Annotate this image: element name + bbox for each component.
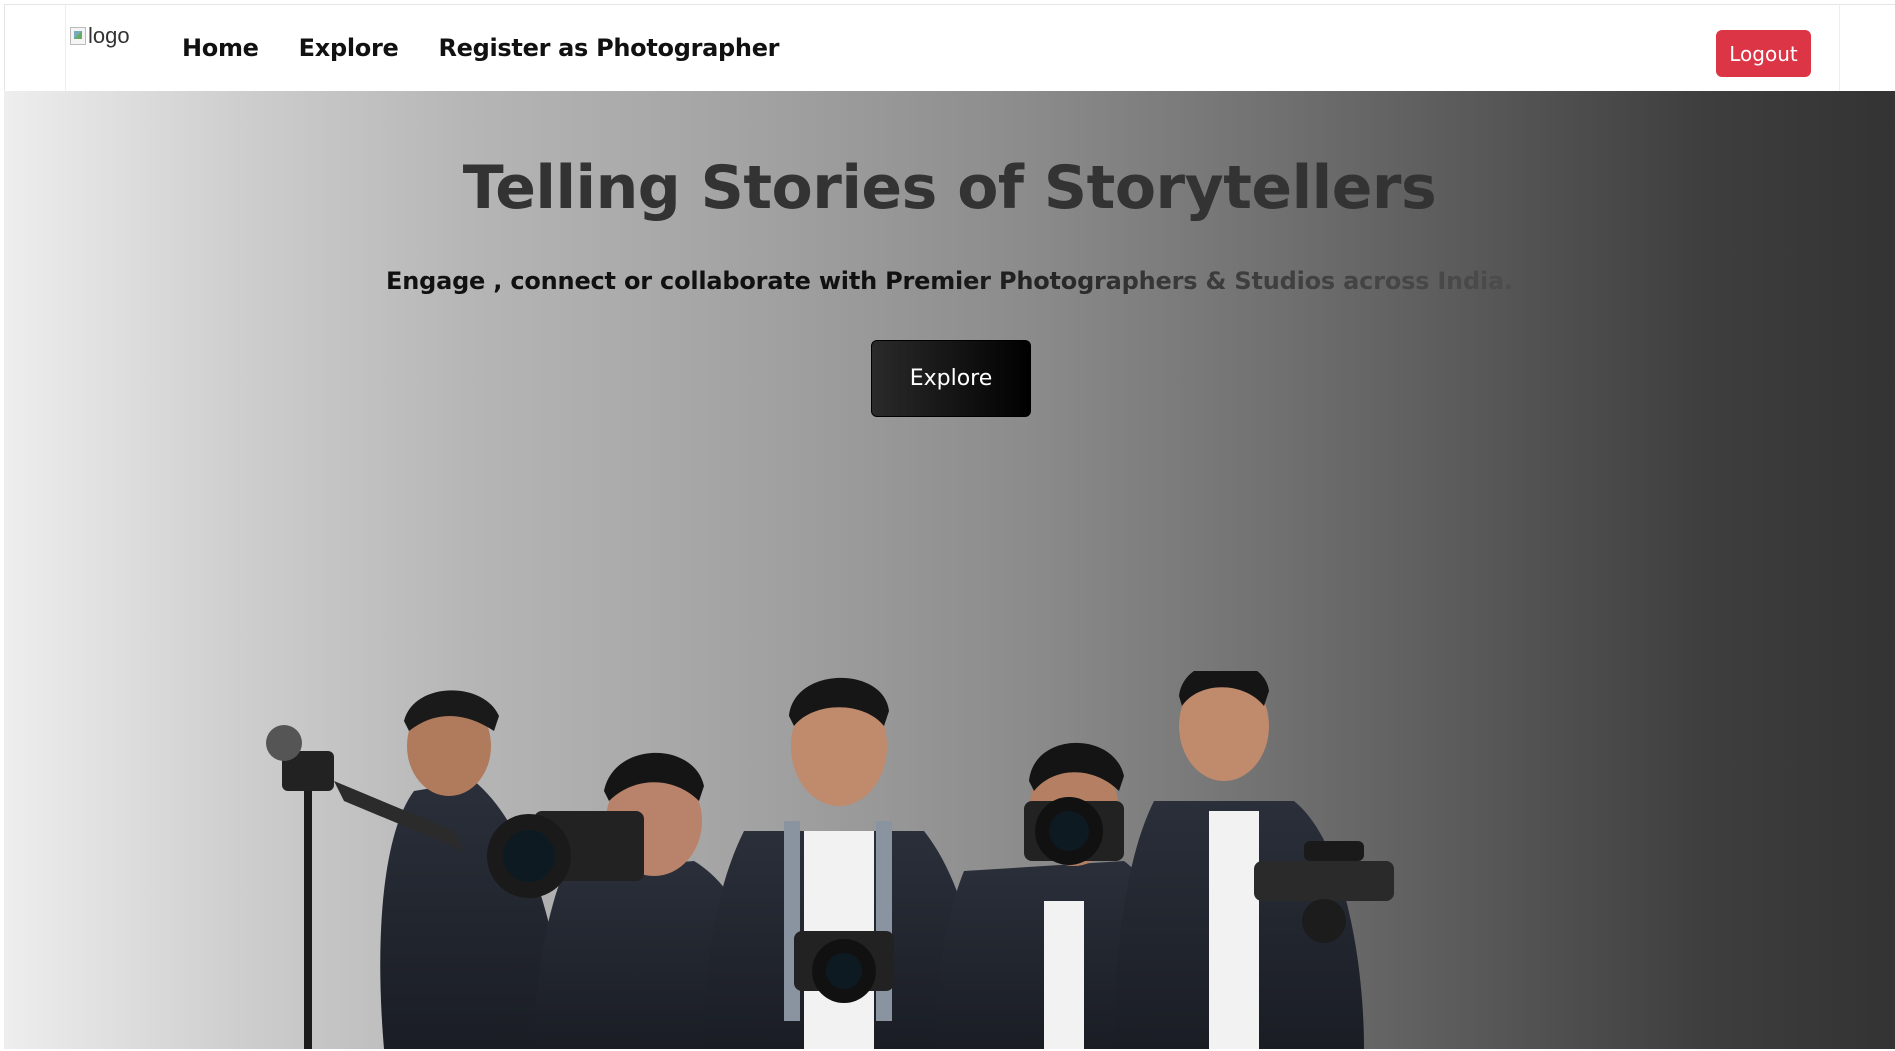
logout-button[interactable]: Logout: [1716, 30, 1811, 77]
nav-link-home[interactable]: Home: [182, 34, 259, 62]
nav-link-explore[interactable]: Explore: [299, 34, 399, 62]
navbar: logo Home Explore Register as Photograph…: [5, 5, 1895, 91]
photographer-figure-5: [1114, 671, 1394, 1049]
nav-link-register-photographer[interactable]: Register as Photographer: [438, 34, 779, 62]
photographers-image: [266, 671, 1394, 1049]
explore-button[interactable]: Explore: [871, 340, 1031, 417]
hero-section: Telling Stories of Storytellers Engage ,…: [4, 91, 1895, 1049]
logo-alt-text: logo: [88, 23, 130, 48]
hero-subtitle: Engage , connect or collaborate with Pre…: [4, 267, 1895, 295]
logo[interactable]: logo: [70, 23, 130, 49]
hero-title: Telling Stories of Storytellers: [462, 153, 1437, 223]
broken-image-icon: [70, 27, 86, 45]
nav-links: Home Explore Register as Photographer: [182, 5, 780, 91]
